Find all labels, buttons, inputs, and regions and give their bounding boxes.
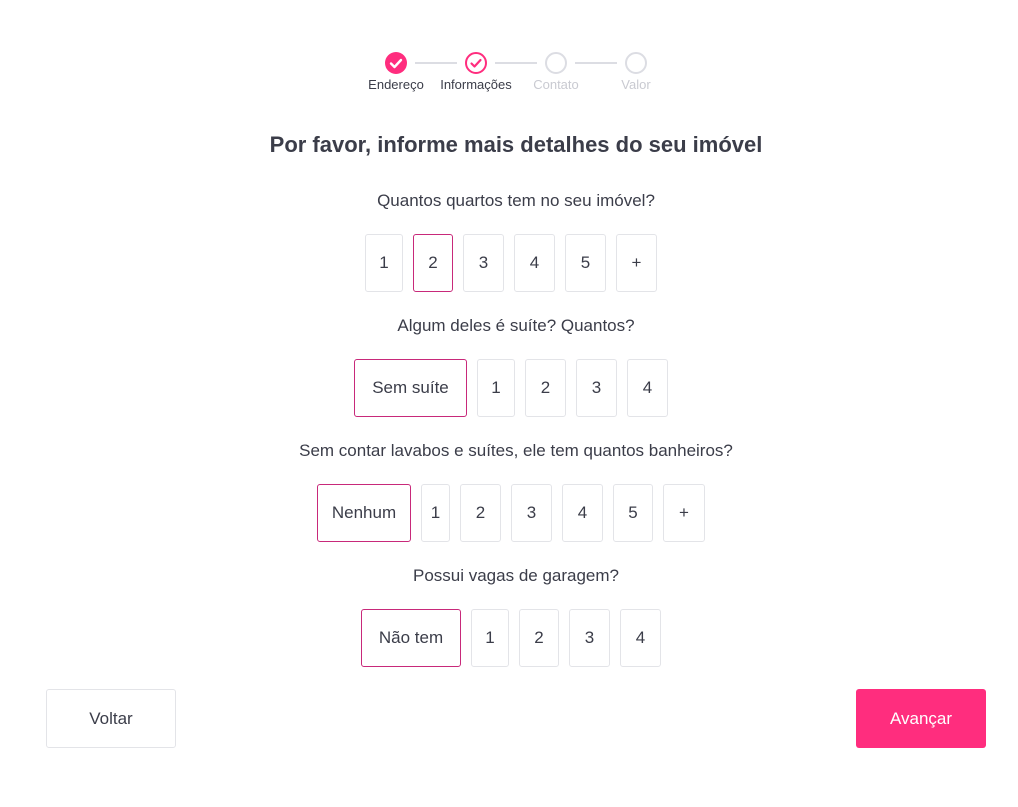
bathrooms-option-2[interactable]: 2: [460, 484, 501, 542]
question-parking: Possui vagas de garagem?: [412, 566, 620, 585]
step-connector: [495, 62, 537, 64]
bathrooms-option-5[interactable]: 5: [613, 484, 653, 542]
bedrooms-option-4[interactable]: 4: [514, 234, 555, 292]
bedrooms-option-more[interactable]: +: [616, 234, 657, 292]
bedrooms-option-5[interactable]: 5: [565, 234, 606, 292]
bedrooms-option-1[interactable]: 1: [365, 234, 403, 292]
parking-option-1[interactable]: 1: [471, 609, 509, 667]
step-endereco-check-icon: [385, 52, 407, 74]
suites-option-none[interactable]: Sem suíte: [354, 359, 467, 417]
bathrooms-option-more[interactable]: +: [663, 484, 705, 542]
step-label-valor: Valor: [621, 77, 651, 92]
bedrooms-option-3[interactable]: 3: [463, 234, 504, 292]
suites-option-1[interactable]: 1: [477, 359, 515, 417]
bathrooms-option-4[interactable]: 4: [562, 484, 603, 542]
question-bathrooms: Sem contar lavabos e suítes, ele tem qua…: [299, 441, 733, 460]
bathrooms-option-none[interactable]: Nenhum: [317, 484, 411, 542]
bathrooms-option-3[interactable]: 3: [511, 484, 552, 542]
step-connector: [415, 62, 457, 64]
parking-option-2[interactable]: 2: [519, 609, 559, 667]
suites-option-3[interactable]: 3: [576, 359, 617, 417]
parking-option-3[interactable]: 3: [569, 609, 610, 667]
bedrooms-option-2[interactable]: 2: [413, 234, 453, 292]
progress-stepper: Endereço Informações Contato Valor: [0, 52, 1018, 96]
question-bedrooms: Quantos quartos tem no seu imóvel?: [377, 191, 655, 210]
parking-option-4[interactable]: 4: [620, 609, 661, 667]
back-button[interactable]: Voltar: [46, 689, 176, 748]
step-informacoes-check-icon: [465, 52, 487, 74]
parking-option-none[interactable]: Não tem: [361, 609, 461, 667]
bathrooms-option-1[interactable]: 1: [421, 484, 450, 542]
step-connector: [575, 62, 617, 64]
question-suites: Algum deles é suíte? Quantos?: [397, 316, 635, 335]
page-title: Por favor, informe mais detalhes do seu …: [269, 132, 763, 157]
next-button[interactable]: Avançar: [856, 689, 986, 748]
suites-option-2[interactable]: 2: [525, 359, 566, 417]
step-valor-circle-icon: [625, 52, 647, 74]
step-contato-circle-icon: [545, 52, 567, 74]
suites-option-4[interactable]: 4: [627, 359, 668, 417]
